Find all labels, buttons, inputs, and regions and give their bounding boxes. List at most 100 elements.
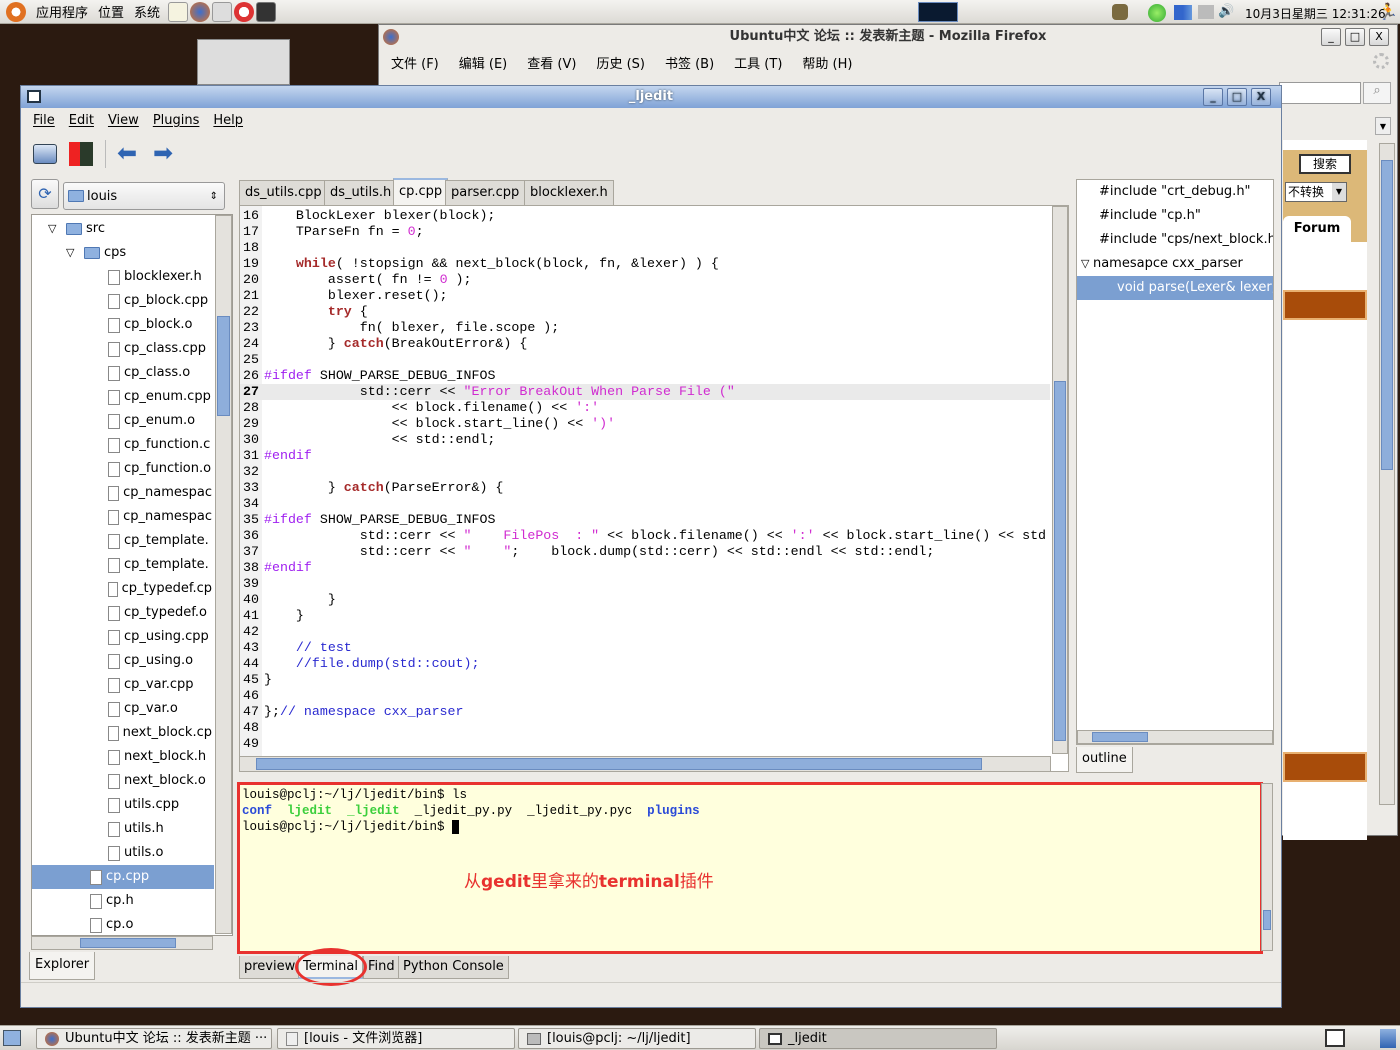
tab-find[interactable]: Find [363,956,400,979]
tree-item[interactable]: cp.cpp [32,865,214,889]
tree-item[interactable]: cp_block.o [108,313,212,337]
menu-tools[interactable]: 工具 (T) [734,53,782,72]
menu-bookmarks[interactable]: 书签 (B) [665,53,714,72]
tree-item[interactable]: cp_typedef.o [108,601,212,625]
workspace-switcher[interactable] [1325,1029,1345,1047]
close-button[interactable]: X [1369,28,1389,46]
tab-cp-cpp[interactable]: cp.cpp [393,178,449,205]
firefox-launcher-icon[interactable] [190,1,211,22]
menu-history[interactable]: 历史 (S) [596,53,645,72]
search-icon[interactable]: ⌕ [1363,82,1391,104]
exit-icon[interactable] [69,142,93,166]
mail-launcher-icon[interactable] [212,1,233,22]
expander-icon[interactable]: ▽ [66,241,80,265]
tree-item[interactable]: cp_namespac [108,481,212,505]
help-launcher-icon[interactable] [234,1,255,22]
volume-icon[interactable]: 🔊 [1218,4,1236,20]
menu-places[interactable]: 位置 [98,2,124,21]
menu-file[interactable]: File [33,113,55,128]
outline-item[interactable]: void parse(Lexer& lexer, [1077,276,1273,300]
tree-item[interactable]: cp_template. [108,553,212,577]
trash-icon[interactable] [1380,1029,1396,1048]
forum-tab[interactable]: Forum [1283,216,1351,242]
tree-item[interactable]: ▽ src [48,217,212,241]
tab-ds-utils-cpp[interactable]: ds_utils.cpp [239,180,328,205]
tree-item[interactable]: cp_function.o [108,457,212,481]
tree-item[interactable]: cp_enum.o [108,409,212,433]
maximize-button[interactable]: □ [1227,88,1247,106]
outline-hscrollbar[interactable] [1077,730,1273,744]
tree-item[interactable]: next_block.h [108,745,212,769]
tree-item[interactable]: cp_var.o [108,697,212,721]
system-monitor-icon[interactable] [918,2,958,22]
tree-item[interactable]: cp_class.o [108,361,212,385]
menu-applications[interactable]: 应用程序 [36,2,88,21]
task-firefox[interactable]: Ubuntu中文 论坛 :: 发表新主题 ··· [36,1028,272,1049]
minimize-button[interactable]: _ [1203,88,1223,106]
window-menu-icon[interactable] [27,90,41,103]
terminal[interactable]: louis@pclj:~/lj/ljedit/bin$ ls conf ljedi… [237,782,1263,954]
menu-edit[interactable]: Edit [69,113,94,128]
minimize-button[interactable]: _ [1321,28,1341,46]
tree-item[interactable]: cp_function.c [108,433,212,457]
tab-list-dropdown[interactable]: ▼ [1375,117,1391,135]
maximize-button[interactable]: □ [1345,28,1365,46]
tree-item[interactable]: cp.o [90,913,212,935]
explorer-tab[interactable]: Explorer [29,952,96,980]
tree-item[interactable]: cp_template. [108,529,212,553]
expander-icon[interactable]: ▽ [48,217,62,241]
code-editor[interactable]: 16 BlockLexer blexer(block); 17 TParseFn … [239,205,1069,772]
editor-vscrollbar[interactable] [1052,206,1068,754]
tree-item[interactable]: cp_class.cpp [108,337,212,361]
logout-icon[interactable]: 🏃 [1378,2,1398,22]
tab-python-console[interactable]: Python Console [398,956,509,979]
tree-hscrollbar[interactable] [31,936,213,950]
menu-system[interactable]: 系统 [134,2,160,21]
tree-item[interactable]: cp.h [90,889,212,913]
tab-ds-utils-h[interactable]: ds_utils.h [324,180,398,205]
outline-item[interactable]: #include "crt_debug.h" [1077,180,1273,204]
signal-strength-icon[interactable] [1174,5,1192,20]
expander-icon[interactable]: ▽ [1081,257,1093,270]
menu-file[interactable]: 文件 (F) [391,53,439,72]
tab-parser-cpp[interactable]: parser.cpp [445,180,526,205]
tree-item[interactable]: next_block.o [108,769,212,793]
network-status-icon[interactable] [1148,4,1166,22]
back-arrow-icon[interactable]: ⬅ [117,141,141,166]
menu-edit[interactable]: 编辑 (E) [459,53,508,72]
task-file-browser[interactable]: [louis - 文件浏览器] [277,1028,515,1049]
tree-item[interactable]: cp_typedef.cp [108,577,212,601]
tree-item[interactable]: cp_var.cpp [108,673,212,697]
clock[interactable]: 10月3日星期三 12:31:26 [1245,5,1386,22]
tree-item[interactable]: utils.cpp [108,793,212,817]
outline-item[interactable]: #include "cps/next_block.h" [1077,228,1273,252]
outline-tab[interactable]: outline [1076,747,1133,773]
tree-item[interactable]: utils.o [108,841,212,865]
tree-item[interactable]: blocklexer.h [108,265,212,289]
show-desktop-icon[interactable] [3,1030,21,1046]
update-notifier-icon[interactable] [1112,4,1128,20]
terminal-scrollbar[interactable] [1261,783,1273,951]
tree-item[interactable]: cp_namespac [108,505,212,529]
task-terminal[interactable]: [louis@pclj: ~/lj/ljedit] [518,1028,756,1049]
location-combo[interactable]: louis ⇕ [63,182,225,210]
tree-item[interactable]: cp_enum.cpp [108,385,212,409]
outline-item[interactable]: #include "cp.h" [1077,204,1273,228]
search-submit-button[interactable]: 搜索 [1299,154,1351,174]
task-ljedit[interactable]: _ljedit [759,1028,997,1049]
printer-icon[interactable] [1198,5,1214,19]
menu-plugins[interactable]: Plugins [153,113,200,128]
menu-view[interactable]: 查看 (V) [527,53,576,72]
tree-item[interactable]: cp_using.o [108,649,212,673]
tree-vscrollbar[interactable] [215,215,232,934]
tree-item[interactable]: ▽ cps [66,241,212,265]
close-button[interactable]: X [1251,88,1271,106]
refresh-icon[interactable]: ⟳ [31,179,59,209]
menu-view[interactable]: View [108,113,139,128]
tree-item[interactable]: cp_using.cpp [108,625,212,649]
tab-preview[interactable]: preview [239,956,301,979]
menu-help[interactable]: 帮助 (H) [802,53,852,72]
menu-help[interactable]: Help [213,113,243,128]
text-editor-launcher-icon[interactable] [168,1,189,22]
tree-item[interactable]: utils.h [108,817,212,841]
